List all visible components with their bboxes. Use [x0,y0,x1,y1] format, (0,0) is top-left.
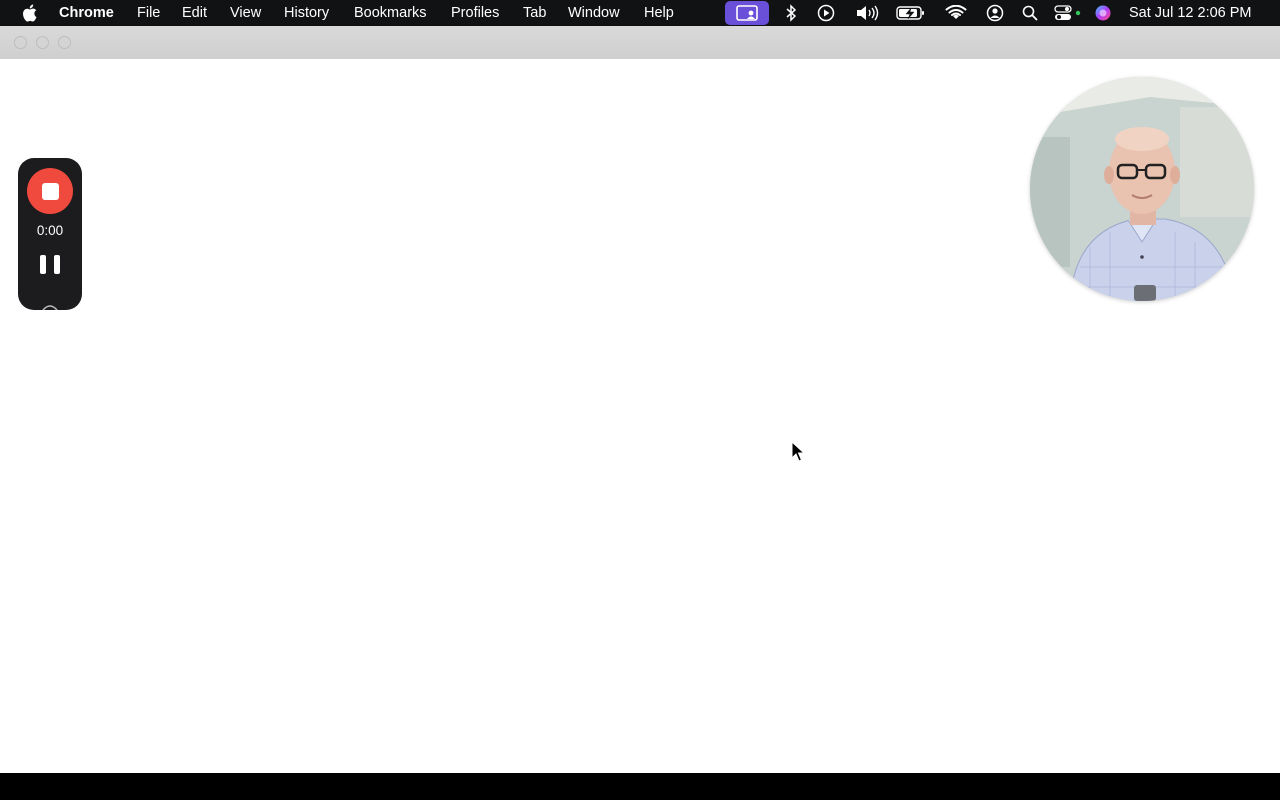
menu-window[interactable]: Window [568,4,620,22]
menu-bookmarks[interactable]: Bookmarks [354,4,427,22]
pause-recording-button[interactable] [40,255,60,275]
volume-icon[interactable] [854,3,880,23]
user-account-icon[interactable] [985,3,1005,23]
recording-controls[interactable]: 0:00 [18,158,82,310]
menu-help[interactable]: Help [644,4,674,22]
pause-icon-bar [40,255,46,274]
apple-icon[interactable] [21,4,38,22]
control-center-icon[interactable] [1053,3,1083,23]
menu-app-chrome[interactable]: Chrome [59,4,114,22]
menu-history[interactable]: History [284,4,329,22]
wifi-icon[interactable] [944,3,968,23]
recording-timer: 0:00 [36,223,64,238]
minimize-window-icon[interactable] [36,36,49,49]
webcam-person-image [1030,77,1254,301]
menu-edit[interactable]: Edit [182,4,207,22]
mouse-cursor-icon [791,441,805,462]
window-titlebar[interactable] [0,26,1280,59]
close-window-icon[interactable] [14,36,27,49]
siri-icon[interactable] [1094,3,1112,23]
menu-tab[interactable]: Tab [523,4,546,22]
menu-view[interactable]: View [230,4,261,22]
play-icon[interactable] [816,3,836,23]
stop-icon [41,182,59,200]
screen-recording-icon[interactable] [725,1,769,25]
battery-charging-icon[interactable] [895,3,927,23]
bluetooth-icon[interactable] [783,3,799,23]
menu-bar: Chrome File Edit View History Bookmarks … [0,0,1280,26]
menu-file[interactable]: File [137,4,160,22]
restart-icon[interactable] [40,300,60,310]
pause-icon-bar [54,255,60,274]
menu-profiles[interactable]: Profiles [451,4,499,22]
spotlight-search-icon[interactable] [1021,3,1039,23]
zoom-window-icon[interactable] [58,36,71,49]
webcam-bubble[interactable] [1030,77,1254,301]
stop-recording-button[interactable] [27,168,73,214]
menubar-clock[interactable]: Sat Jul 12 2:06 PM [1129,4,1252,22]
